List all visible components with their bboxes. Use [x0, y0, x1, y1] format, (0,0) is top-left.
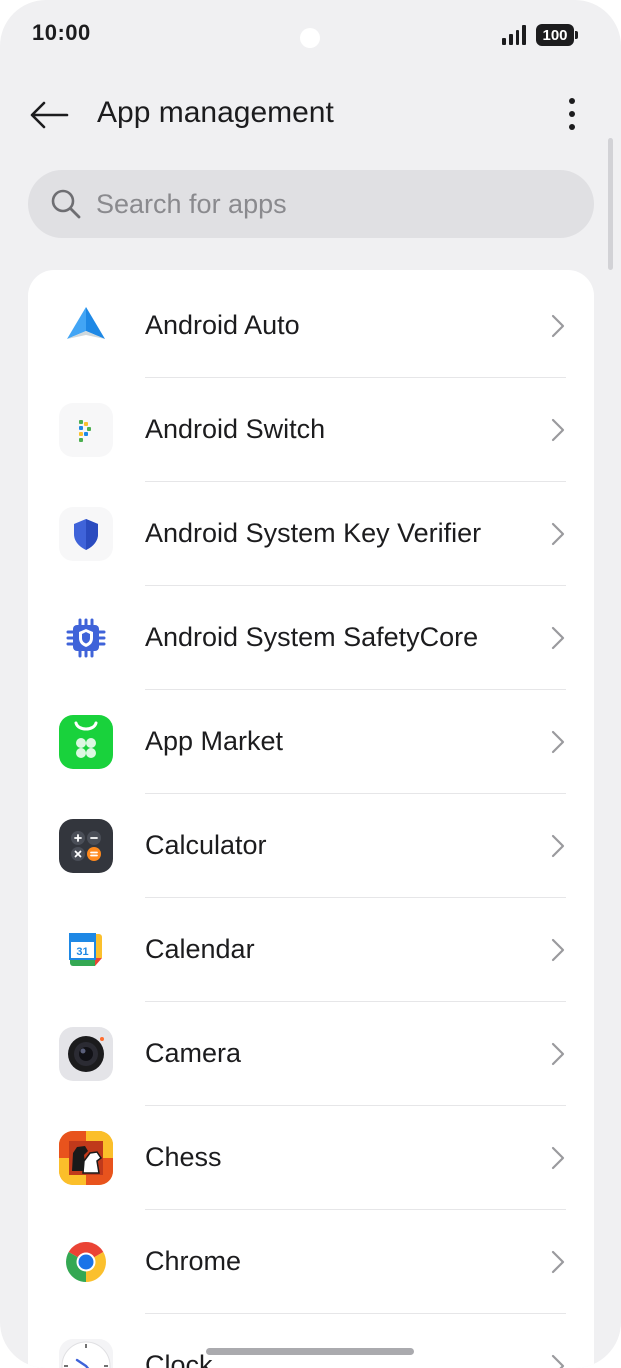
chevron-right-icon	[551, 1146, 565, 1170]
front-camera-cutout	[300, 28, 320, 48]
battery-indicator: 100	[536, 24, 578, 46]
chevron-right-icon	[551, 938, 565, 962]
chevron-right-icon	[551, 730, 565, 754]
chevron-right-icon	[551, 314, 565, 338]
calendar-icon: 31	[59, 923, 113, 977]
list-item[interactable]: Chess	[28, 1106, 594, 1210]
app-list: Android Auto Android Switch Android Syst…	[28, 270, 594, 1368]
chevron-right-icon	[551, 418, 565, 442]
chevron-right-icon	[551, 1250, 565, 1274]
safetycore-icon	[59, 611, 113, 665]
list-item[interactable]: Android System SafetyCore	[28, 586, 594, 690]
back-button[interactable]	[26, 92, 72, 138]
key-verifier-icon	[59, 507, 113, 561]
home-indicator[interactable]	[206, 1348, 414, 1355]
more-dot-icon	[569, 124, 575, 130]
app-name: Android Switch	[145, 414, 326, 444]
search-bar[interactable]	[28, 170, 594, 238]
android-switch-icon	[59, 403, 113, 457]
calendar-day: 31	[76, 946, 88, 958]
phone-screen: 10:00 100 App management Search for apps…	[0, 0, 621, 1368]
list-item[interactable]: App Market	[28, 690, 594, 794]
signal-icon	[502, 24, 526, 45]
list-item[interactable]: Clock	[28, 1314, 594, 1368]
chevron-right-icon	[551, 626, 565, 650]
back-arrow-icon	[30, 101, 69, 129]
app-name: Chrome	[145, 1246, 242, 1276]
android-auto-icon	[59, 299, 113, 353]
page-title: App management	[97, 96, 334, 129]
app-name: Clock	[145, 1350, 213, 1368]
app-name: Calendar	[145, 934, 255, 964]
calculator-icon	[59, 819, 113, 873]
app-name: Android Auto	[145, 310, 300, 340]
more-dot-icon	[569, 111, 575, 117]
app-name: Android System Key Verifier	[145, 518, 482, 548]
more-dot-icon	[569, 98, 575, 104]
camera-icon	[59, 1027, 113, 1081]
chevron-right-icon	[551, 522, 565, 546]
list-item[interactable]: Android System Key Verifier	[28, 482, 594, 586]
list-item[interactable]: Android Switch	[28, 378, 594, 482]
chess-icon	[59, 1131, 113, 1185]
clock-icon	[59, 1339, 113, 1368]
list-item[interactable]: Chrome	[28, 1210, 594, 1314]
more-options-button[interactable]	[556, 92, 588, 136]
list-item[interactable]: Camera	[28, 1002, 594, 1106]
chevron-right-icon	[551, 834, 565, 858]
search-input[interactable]	[96, 188, 536, 220]
chevron-right-icon	[551, 1042, 565, 1066]
chevron-right-icon	[551, 1354, 565, 1368]
list-item[interactable]: 31 Calendar	[28, 898, 594, 1002]
app-name: Android System SafetyCore	[145, 622, 479, 652]
app-name: Camera	[145, 1038, 242, 1068]
list-item[interactable]: Android Auto	[28, 274, 594, 378]
app-market-icon	[59, 715, 113, 769]
app-name: Chess	[145, 1142, 222, 1172]
status-time: 10:00	[32, 20, 91, 45]
app-name: App Market	[145, 726, 284, 756]
scrollbar[interactable]	[608, 138, 613, 270]
list-item[interactable]: Calculator	[28, 794, 594, 898]
app-name: Calculator	[145, 830, 267, 860]
chrome-icon	[59, 1235, 113, 1289]
search-icon	[51, 189, 81, 219]
